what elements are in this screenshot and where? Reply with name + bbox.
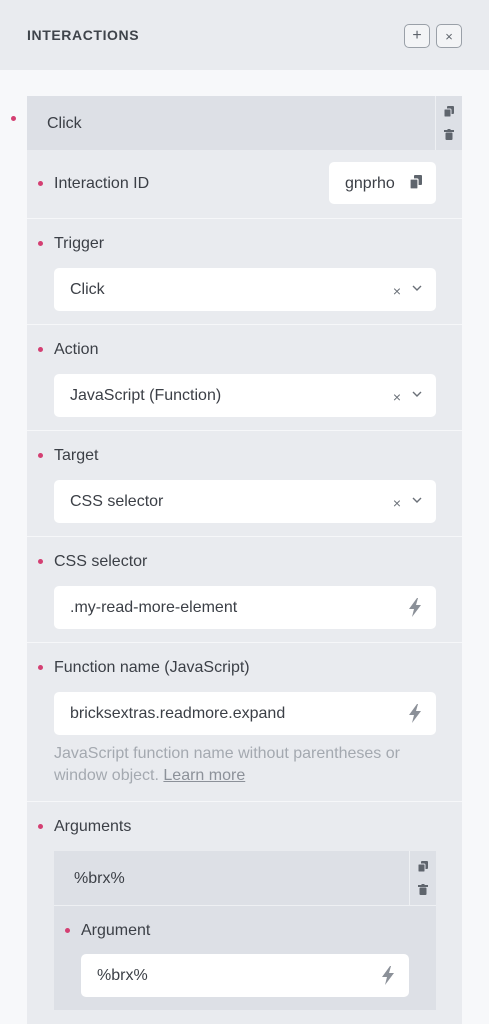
field-dot <box>38 559 43 564</box>
divider <box>27 324 462 325</box>
argument-item-title: %brx% <box>74 870 125 887</box>
function-name-input[interactable]: bricksextras.readmore.expand <box>54 692 436 735</box>
divider <box>27 642 462 643</box>
item-actions <box>435 96 462 150</box>
function-name-value: bricksextras.readmore.expand <box>70 705 286 722</box>
field-dot <box>38 453 43 458</box>
field-dot <box>38 347 43 352</box>
trigger-select[interactable]: Click × <box>54 268 436 311</box>
help-text-line1: JavaScript function name without parenth… <box>54 745 400 762</box>
copy-icon[interactable] <box>418 861 428 872</box>
divider <box>27 801 462 802</box>
required-dot <box>11 116 16 121</box>
divider <box>27 430 462 431</box>
target-label: Target <box>54 447 99 464</box>
field-dot <box>65 928 70 933</box>
argument-label: Argument <box>81 922 151 939</box>
argument-item-header[interactable]: %brx% <box>54 851 436 905</box>
trash-icon[interactable] <box>418 884 428 895</box>
argument-input[interactable]: %brx% <box>81 954 409 997</box>
trash-icon[interactable] <box>444 129 454 140</box>
field-dot <box>38 241 43 246</box>
close-panel-button[interactable]: × <box>436 24 462 48</box>
arguments-label: Arguments <box>54 818 132 835</box>
interaction-item-title: Click <box>47 115 82 132</box>
clear-icon[interactable]: × <box>393 389 401 405</box>
trigger-value: Click <box>70 281 105 298</box>
argument-item-actions <box>409 851 436 905</box>
clear-icon[interactable]: × <box>393 495 401 511</box>
divider <box>27 218 462 219</box>
argument-item-body: Argument %brx% <box>54 905 436 1010</box>
field-dot <box>38 665 43 670</box>
add-interaction-button[interactable]: + <box>404 24 430 48</box>
copy-icon[interactable] <box>444 106 454 117</box>
interaction-id-value: gnprho <box>345 175 395 192</box>
action-select[interactable]: JavaScript (Function) × <box>54 374 436 417</box>
css-selector-value: .my-read-more-element <box>70 599 238 616</box>
chevron-down-icon[interactable] <box>412 285 422 292</box>
learn-more-link[interactable]: Learn more <box>163 767 245 784</box>
function-name-help: JavaScript function name without parenth… <box>54 743 436 787</box>
dynamic-data-icon[interactable] <box>408 598 422 617</box>
function-name-label: Function name (JavaScript) <box>54 659 250 676</box>
plus-icon: + <box>412 27 422 44</box>
panel-title: INTERACTIONS <box>27 27 140 43</box>
interaction-id-label: Interaction ID <box>54 175 150 192</box>
trigger-label: Trigger <box>54 235 105 252</box>
chevron-down-icon[interactable] <box>412 391 422 398</box>
dynamic-data-icon[interactable] <box>381 966 395 985</box>
css-selector-label: CSS selector <box>54 553 148 570</box>
field-dot <box>38 181 43 186</box>
clear-icon[interactable]: × <box>393 283 401 299</box>
chevron-down-icon[interactable] <box>412 497 422 504</box>
divider <box>27 536 462 537</box>
action-label: Action <box>54 341 99 358</box>
close-icon: × <box>445 28 453 44</box>
dynamic-data-icon[interactable] <box>408 704 422 723</box>
argument-value: %brx% <box>97 967 148 984</box>
interaction-id-field[interactable]: gnprho <box>329 162 436 204</box>
target-select[interactable]: CSS selector × <box>54 480 436 523</box>
css-selector-input[interactable]: .my-read-more-element <box>54 586 436 629</box>
field-dot <box>38 824 43 829</box>
action-value: JavaScript (Function) <box>70 387 222 404</box>
interaction-item-header[interactable]: Click <box>27 96 462 150</box>
copy-icon[interactable] <box>410 175 422 189</box>
target-value: CSS selector <box>70 493 164 510</box>
help-text-line2: window object. <box>54 767 159 784</box>
